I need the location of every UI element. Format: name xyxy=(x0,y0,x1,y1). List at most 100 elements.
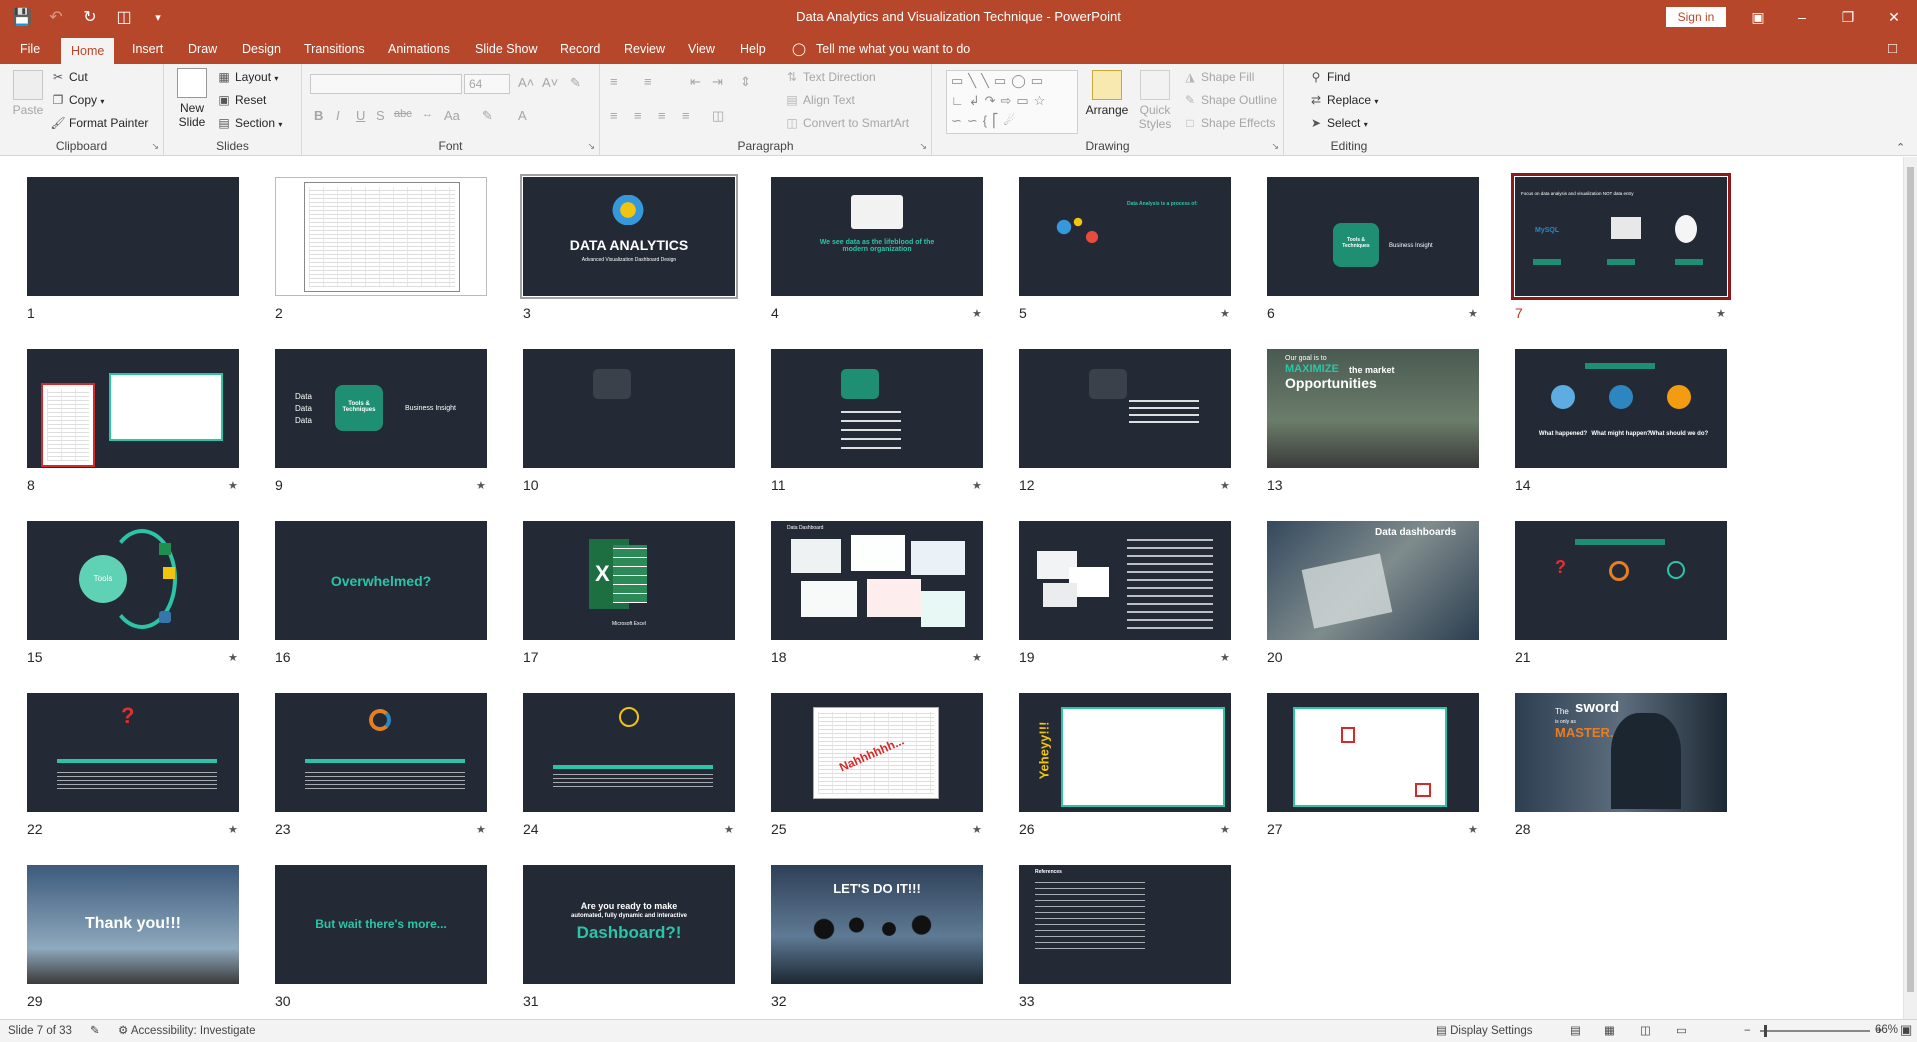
shapes-gallery[interactable]: ▭╲╲▭◯▭ ∟↲↷⇨▭☆ ∽∽{⎡☄ xyxy=(946,70,1078,134)
paste-button[interactable]: Paste xyxy=(10,70,46,117)
slide-thumbnail[interactable]: Our goal is to MAXIMIZE the market Oppor… xyxy=(1267,349,1479,468)
redo-icon[interactable]: ↻ xyxy=(80,7,100,27)
clear-formatting-icon[interactable]: ✎ xyxy=(570,75,581,91)
highlight-icon[interactable]: ✎ xyxy=(482,108,493,124)
slide-thumbnail[interactable] xyxy=(1019,349,1231,468)
align-center-icon[interactable]: ≡ xyxy=(634,108,642,123)
quick-styles-button[interactable]: Quick Styles xyxy=(1132,70,1178,131)
character-spacing-icon[interactable]: ↔ xyxy=(422,108,433,120)
zoom-level[interactable]: 66% xyxy=(1862,1019,1898,1042)
reading-view-icon[interactable]: ◫ xyxy=(1640,1020,1651,1042)
slide-thumbnail[interactable]: ? xyxy=(27,693,239,812)
slide-thumbnail[interactable]: The sword is only as MASTER. xyxy=(1515,693,1727,812)
select-button[interactable]: ➤ Select ▾ xyxy=(1308,116,1368,130)
justify-icon[interactable]: ≡ xyxy=(682,108,690,123)
find-button[interactable]: ⚲ Find xyxy=(1308,70,1351,84)
dialog-launcher-icon[interactable]: ↘ xyxy=(587,141,595,152)
line-spacing-icon[interactable]: ⇕ xyxy=(740,74,751,90)
slide-thumbnail[interactable]: References xyxy=(1019,865,1231,984)
font-size-box[interactable]: 64 xyxy=(464,74,510,94)
change-case-icon[interactable]: Aa xyxy=(444,108,460,123)
slide-thumbnail[interactable] xyxy=(1019,521,1231,640)
slide-thumbnail[interactable] xyxy=(523,693,735,812)
collapse-ribbon-icon[interactable]: ⌃ xyxy=(1896,141,1905,154)
slide-thumbnail[interactable]: But wait there's more... xyxy=(275,865,487,984)
shape-fill-button[interactable]: ◮ Shape Fill xyxy=(1182,70,1254,84)
cut-button[interactable]: ✂ Cut xyxy=(50,70,88,84)
slide-thumbnail[interactable]: We see data as the lifeblood of the mode… xyxy=(771,177,983,296)
scrollbar-thumb[interactable] xyxy=(1907,167,1914,992)
tab-help[interactable]: Help xyxy=(730,34,776,64)
section-button[interactable]: ▤ Section ▾ xyxy=(216,116,282,130)
accessibility-button[interactable]: ⚙ Accessibility: Investigate xyxy=(118,1020,256,1042)
slide-thumbnail[interactable]: Data Data Data Tools & Techniques Business… xyxy=(275,349,487,468)
ribbon-display-options-icon[interactable]: ▣ xyxy=(1746,0,1770,34)
slide-thumbnail[interactable]: What happened? What might happen? What s… xyxy=(1515,349,1727,468)
tab-design[interactable]: Design xyxy=(232,34,291,64)
tab-home[interactable]: Home xyxy=(61,38,115,64)
slide-sorter-view-icon[interactable]: ▦ xyxy=(1604,1020,1615,1042)
display-settings-button[interactable]: ▤ Display Settings xyxy=(1436,1020,1533,1042)
slide-thumbnail[interactable]: Data Analysis is a process of: xyxy=(1019,177,1231,296)
close-icon[interactable]: ✕ xyxy=(1871,0,1917,34)
underline-icon[interactable]: U xyxy=(356,108,365,123)
text-direction-button[interactable]: ⇅ Text Direction xyxy=(784,70,876,84)
slide-thumbnail[interactable]: ? xyxy=(1515,521,1727,640)
dialog-launcher-icon[interactable]: ↘ xyxy=(1271,141,1279,152)
tab-draw[interactable]: Draw xyxy=(178,34,227,64)
slide-thumbnail[interactable]: Thank you!!! xyxy=(27,865,239,984)
tab-animations[interactable]: Animations xyxy=(378,34,460,64)
save-icon[interactable]: 💾 xyxy=(12,7,32,27)
slide-thumbnail[interactable]: Yeheyy!!! xyxy=(1019,693,1231,812)
slide-thumbnail-selected[interactable]: Focus on data analysis and visualization… xyxy=(1511,173,1731,300)
slide-show-view-icon[interactable]: ▭ xyxy=(1676,1020,1687,1042)
tab-record[interactable]: Record xyxy=(550,34,610,64)
slide-thumbnail[interactable]: DATA ANALYTICS Advanced Visualization Da… xyxy=(520,174,738,299)
slide-thumbnail[interactable]: Are you ready to make automated, fully d… xyxy=(523,865,735,984)
sign-in-button[interactable]: Sign in xyxy=(1666,7,1726,27)
dialog-launcher-icon[interactable]: ↘ xyxy=(919,141,927,152)
reset-button[interactable]: ▣ Reset xyxy=(216,93,266,107)
format-painter-button[interactable]: 🖌 Format Painter xyxy=(50,116,148,130)
undo-icon[interactable]: ↶ xyxy=(46,7,66,27)
tab-slide-show[interactable]: Slide Show xyxy=(465,34,548,64)
increase-font-icon[interactable]: A˄ xyxy=(518,75,534,90)
tab-review[interactable]: Review xyxy=(614,34,675,64)
slide-thumbnail[interactable] xyxy=(275,177,487,296)
slide-thumbnail[interactable] xyxy=(771,349,983,468)
slide-thumbnail[interactable] xyxy=(27,177,239,296)
replace-button[interactable]: ⇄ Replace ▾ xyxy=(1308,93,1378,107)
columns-icon[interactable]: ◫ xyxy=(712,108,724,124)
slide-thumbnail[interactable]: LET'S DO IT!!! xyxy=(771,865,983,984)
slide-thumbnail[interactable]: Nahhhhhh... xyxy=(771,693,983,812)
arrange-button[interactable]: Arrange xyxy=(1084,70,1130,117)
slide-thumbnail[interactable] xyxy=(27,349,239,468)
increase-indent-icon[interactable]: ⇥ xyxy=(712,74,723,90)
tab-file[interactable]: File xyxy=(10,34,50,64)
shape-outline-button[interactable]: ✎ Shape Outline xyxy=(1182,93,1277,107)
slide-thumbnail[interactable] xyxy=(1267,693,1479,812)
tell-me-search[interactable]: ◯ Tell me what you want to do xyxy=(792,34,970,64)
numbering-icon[interactable]: ≡ xyxy=(644,74,652,89)
tab-view[interactable]: View xyxy=(678,34,725,64)
comments-icon[interactable]: □ xyxy=(1888,40,1897,57)
shadow-icon[interactable]: S xyxy=(376,108,385,123)
slide-thumbnail[interactable]: Tools & Techniques Business Insight xyxy=(1267,177,1479,296)
convert-smartart-button[interactable]: ◫ Convert to SmartArt xyxy=(784,116,909,130)
slide-thumbnail[interactable]: Overwhelmed? xyxy=(275,521,487,640)
italic-icon[interactable]: I xyxy=(336,108,340,123)
bold-icon[interactable]: B xyxy=(314,108,323,123)
align-right-icon[interactable]: ≡ xyxy=(658,108,666,123)
strikethrough-icon[interactable]: abc xyxy=(394,108,412,120)
align-left-icon[interactable]: ≡ xyxy=(610,108,618,123)
slide-thumbnail[interactable]: Data dashboards xyxy=(1267,521,1479,640)
slide-thumbnail[interactable]: Tools xyxy=(27,521,239,640)
tab-insert[interactable]: Insert xyxy=(122,34,173,64)
layout-button[interactable]: ▦ Layout ▾ xyxy=(216,70,278,84)
notes-icon[interactable]: ✎ xyxy=(90,1020,100,1042)
bullets-icon[interactable]: ≡ xyxy=(610,74,618,89)
slide-thumbnail[interactable]: X Microsoft Excel xyxy=(523,521,735,640)
copy-button[interactable]: ❐ Copy ▾ xyxy=(50,93,105,107)
new-slide-button[interactable]: New Slide xyxy=(172,68,212,129)
font-color-icon[interactable]: A xyxy=(518,108,527,123)
